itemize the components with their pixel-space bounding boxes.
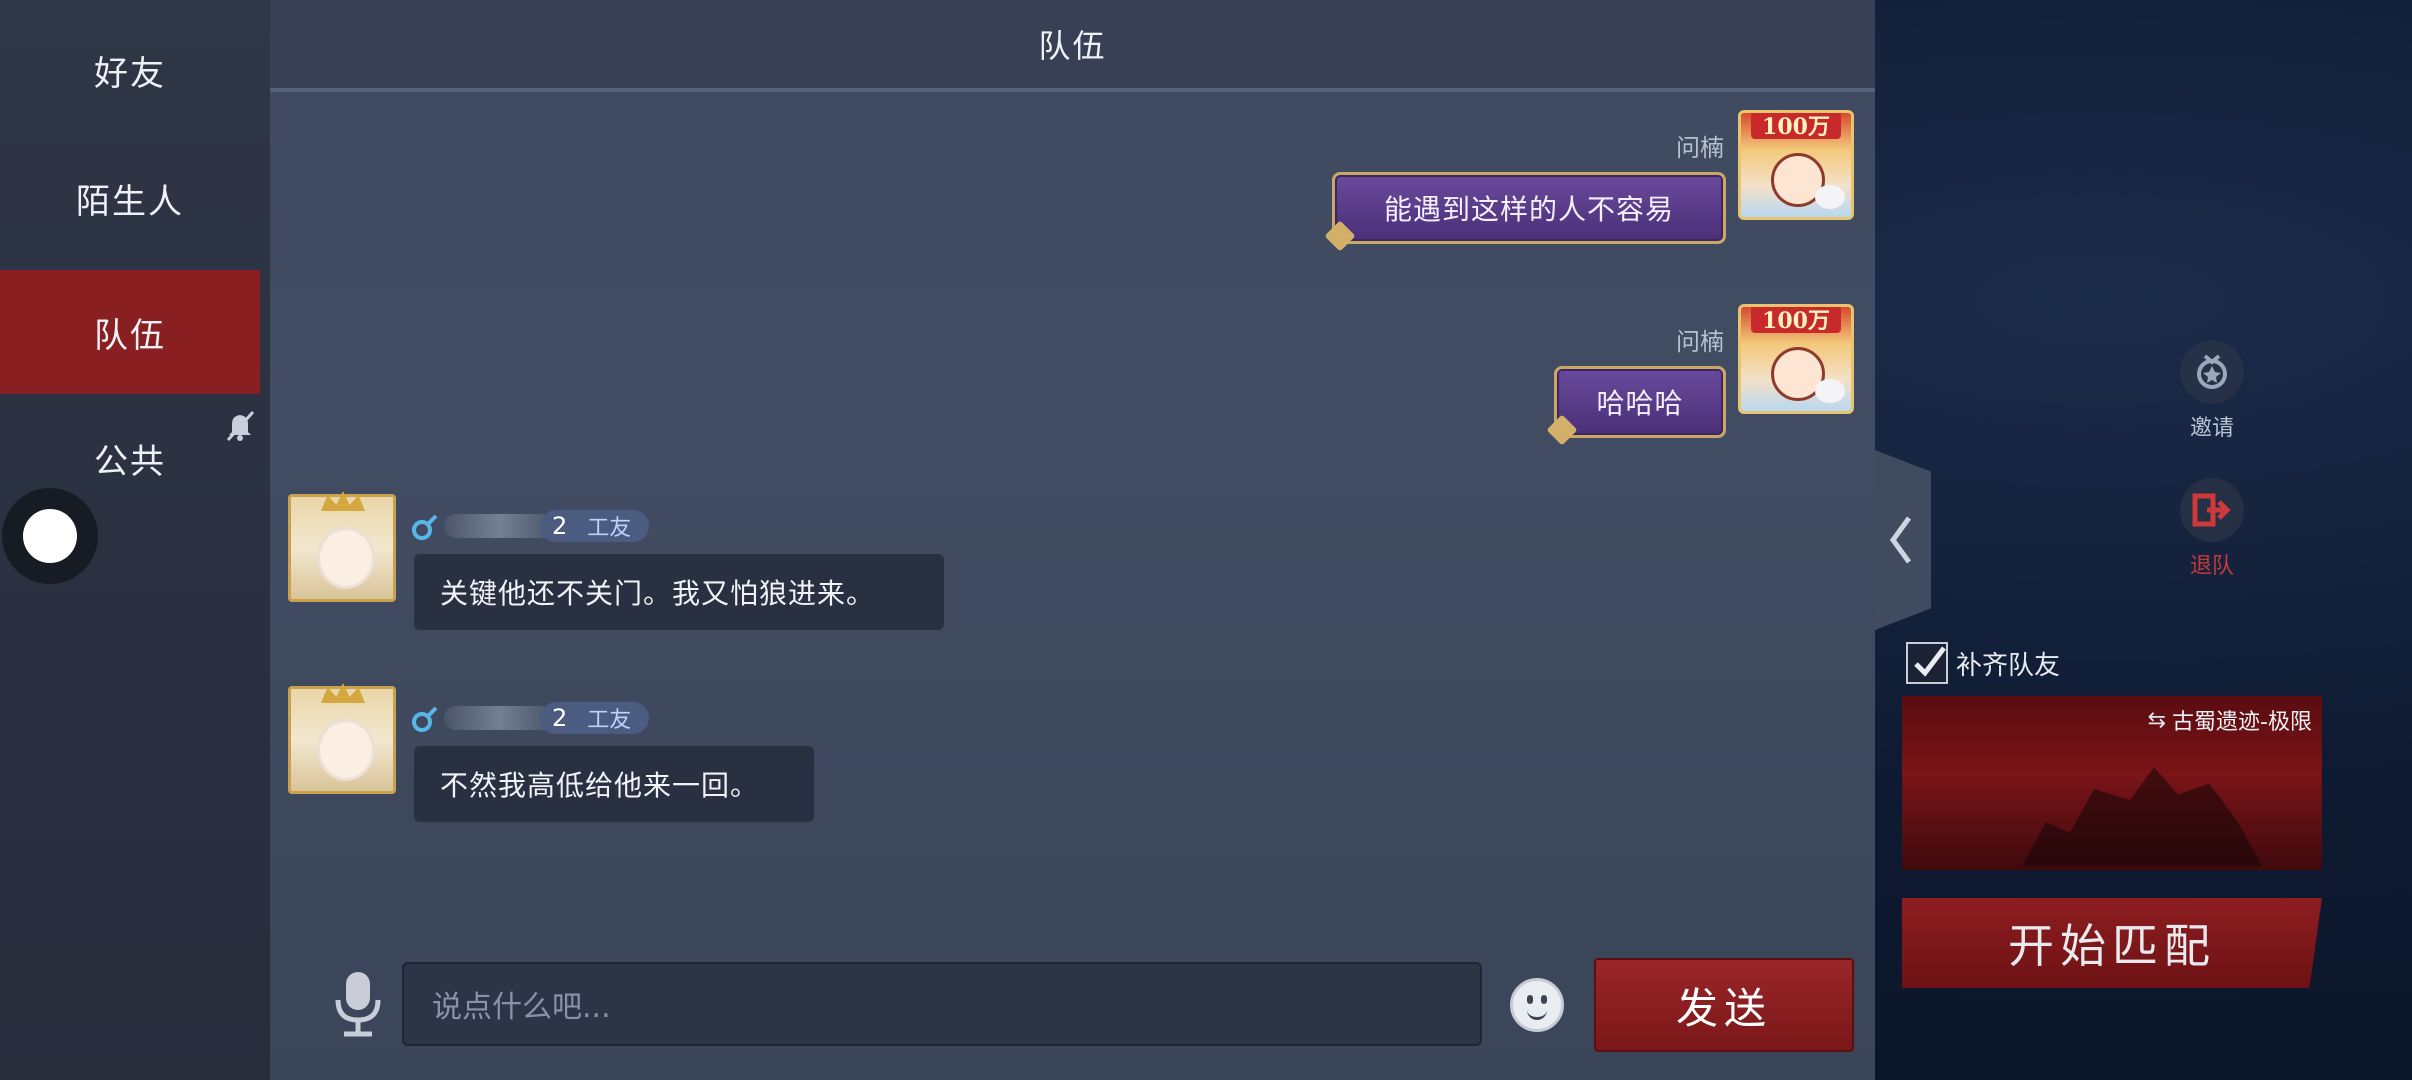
fill-team-label: 补齐队友 [1956, 650, 2061, 681]
self-sender-name: 问楠 [1676, 328, 1724, 356]
player-level: 2 [552, 512, 568, 540]
player-level-tag: 2 工友 [540, 510, 650, 542]
floating-assist-dot [23, 509, 77, 563]
avatar-badge: 100万 [1751, 113, 1841, 140]
message-text: 哈哈哈 [1596, 387, 1684, 420]
sidebar-item-label: 好友 [94, 53, 166, 94]
avatar-face [317, 527, 375, 589]
emoji-button[interactable] [1510, 978, 1564, 1032]
map-selection-card[interactable]: ⇆ 古蜀遗迹-极限 [1902, 696, 2322, 870]
avatar-face [317, 719, 375, 781]
exit-door-icon [2192, 493, 2231, 527]
player-level-tag: 2 工友 [540, 702, 650, 734]
player-level: 2 [552, 704, 568, 732]
chat-title: 队伍 [1038, 27, 1107, 65]
medal-icon [2197, 354, 2227, 389]
start-match-label: 开始匹配 [2008, 919, 2216, 973]
bubble-corner-ornament [1546, 414, 1578, 446]
self-sender-name: 问楠 [1676, 134, 1724, 162]
other-avatar[interactable] [288, 491, 396, 602]
map-name: 古蜀遗迹-极限 [2172, 710, 2312, 735]
start-match-button[interactable]: 开始匹配 [1902, 898, 2322, 988]
chat-header: 队伍 [270, 0, 1875, 88]
sidebar-item-label: 队伍 [94, 315, 166, 356]
message-text: 能遇到这样的人不容易 [1383, 193, 1674, 226]
chat-panel: 队伍 问楠 100万 能遇到这样的人不容易 问楠 100万 哈哈哈 2 工友 关… [270, 0, 1875, 1080]
player-tag-label: 工友 [587, 708, 632, 733]
invite-button[interactable]: 邀请 [2162, 340, 2262, 442]
fill-team-toggle[interactable]: 补齐队友 [1906, 642, 2060, 684]
sidebar-item-friends[interactable]: 好友 [0, 8, 260, 132]
invite-icon-wrap [2180, 340, 2244, 404]
sidebar-item-label: 公共 [94, 441, 166, 482]
leave-icon-wrap [2180, 478, 2244, 542]
other-message-bubble[interactable]: 不然我高低给他来一回。 [414, 746, 814, 822]
sidebar-item-label: 陌生人 [76, 181, 184, 222]
message-input[interactable]: 说点什么吧... [402, 962, 1482, 1046]
avatar-rabbit [1815, 185, 1845, 209]
blurred-username [444, 706, 554, 730]
checkmark-icon [1914, 646, 1946, 677]
fill-team-checkbox[interactable] [1906, 642, 1948, 684]
self-message-bubble[interactable]: 哈哈哈 [1546, 366, 1726, 446]
sidebar-item-team[interactable]: 队伍 [0, 270, 260, 394]
header-divider [270, 88, 1875, 92]
mute-bell-icon[interactable] [220, 406, 260, 446]
leave-team-button[interactable]: 退队 [2162, 478, 2262, 580]
chevron-left-icon [1889, 516, 1912, 564]
male-gender-icon [412, 514, 438, 540]
avatar-crown [321, 491, 365, 511]
floating-assist-button[interactable] [2, 488, 98, 584]
message-input-placeholder: 说点什么吧... [432, 990, 611, 1025]
self-avatar[interactable]: 100万 [1738, 110, 1854, 220]
player-tag-label: 工友 [587, 516, 632, 541]
blurred-username [444, 514, 554, 538]
sidebar-item-strangers[interactable]: 陌生人 [0, 136, 260, 260]
collapse-chat-tab[interactable] [1875, 450, 1931, 630]
leave-label: 退队 [2189, 554, 2234, 579]
avatar-badge: 100万 [1751, 307, 1841, 334]
avatar-rabbit [1815, 379, 1845, 403]
invite-label: 邀请 [2189, 416, 2234, 441]
avatar-crown [321, 683, 365, 703]
emoji-eye [1527, 995, 1533, 1004]
male-gender-icon [412, 706, 438, 732]
self-avatar[interactable]: 100万 [1738, 304, 1854, 414]
map-title: ⇆ 古蜀遗迹-极限 [2148, 704, 2312, 736]
other-avatar[interactable] [288, 683, 396, 794]
map-preview-art [2022, 767, 2262, 866]
send-button-label: 发送 [1675, 983, 1772, 1033]
message-text: 不然我高低给他来一回。 [440, 769, 760, 802]
message-text: 关键他还不关门。我又怕狼进来。 [440, 577, 876, 610]
self-message-bubble[interactable]: 能遇到这样的人不容易 [1324, 172, 1726, 252]
other-message-bubble[interactable]: 关键他还不关门。我又怕狼进来。 [414, 554, 944, 630]
emoji-mouth [1527, 1007, 1547, 1020]
swap-icon: ⇆ [2147, 707, 2167, 733]
send-button[interactable]: 发送 [1594, 958, 1854, 1052]
microphone-icon[interactable] [330, 968, 386, 1040]
emoji-eye [1541, 995, 1547, 1004]
bubble-corner-ornament [1324, 220, 1356, 252]
